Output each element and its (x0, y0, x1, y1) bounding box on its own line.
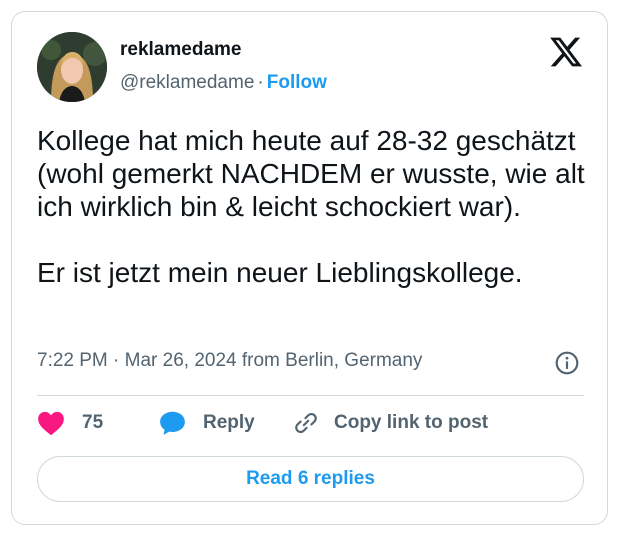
author-name[interactable]: reklamedame (120, 39, 241, 61)
separator-dot: · (257, 72, 264, 93)
reply-button[interactable]: Reply (159, 408, 255, 438)
heart-icon (38, 411, 64, 436)
tweet-card: reklamedame @reklamedame · Follow Kollege … (11, 11, 608, 525)
copy-link-label: Copy link to post (334, 412, 489, 433)
read-replies-button[interactable]: Read 6 replies (37, 456, 584, 502)
avatar[interactable] (37, 32, 107, 102)
follow-button[interactable]: Follow (267, 72, 327, 93)
reply-label: Reply (203, 412, 255, 433)
read-replies-label: Read 6 replies (246, 468, 375, 489)
tweet-paragraph: Er ist jetzt mein neuer Lieblingskollege… (37, 257, 523, 288)
tweet-text: Kollege hat mich heute auf 28-32 geschät… (37, 124, 587, 289)
author-handle[interactable]: @reklamedame (120, 72, 254, 93)
author-handle-row: @reklamedame · Follow (120, 72, 327, 94)
copy-link-button[interactable]: Copy link to post (293, 408, 488, 438)
link-icon (295, 412, 317, 434)
info-icon[interactable] (554, 350, 580, 376)
like-count: 75 (82, 412, 104, 433)
x-logo-icon[interactable] (549, 36, 583, 68)
tweet-paragraph: Kollege hat mich heute auf 28-32 geschät… (37, 125, 585, 222)
tweet-timestamp[interactable]: 7:22 PM · Mar 26, 2024 from Berlin, Germ… (37, 350, 422, 372)
avatar-image (37, 32, 107, 102)
like-button[interactable]: 75 (37, 408, 103, 438)
divider (37, 395, 584, 396)
speech-bubble-icon (160, 411, 185, 435)
